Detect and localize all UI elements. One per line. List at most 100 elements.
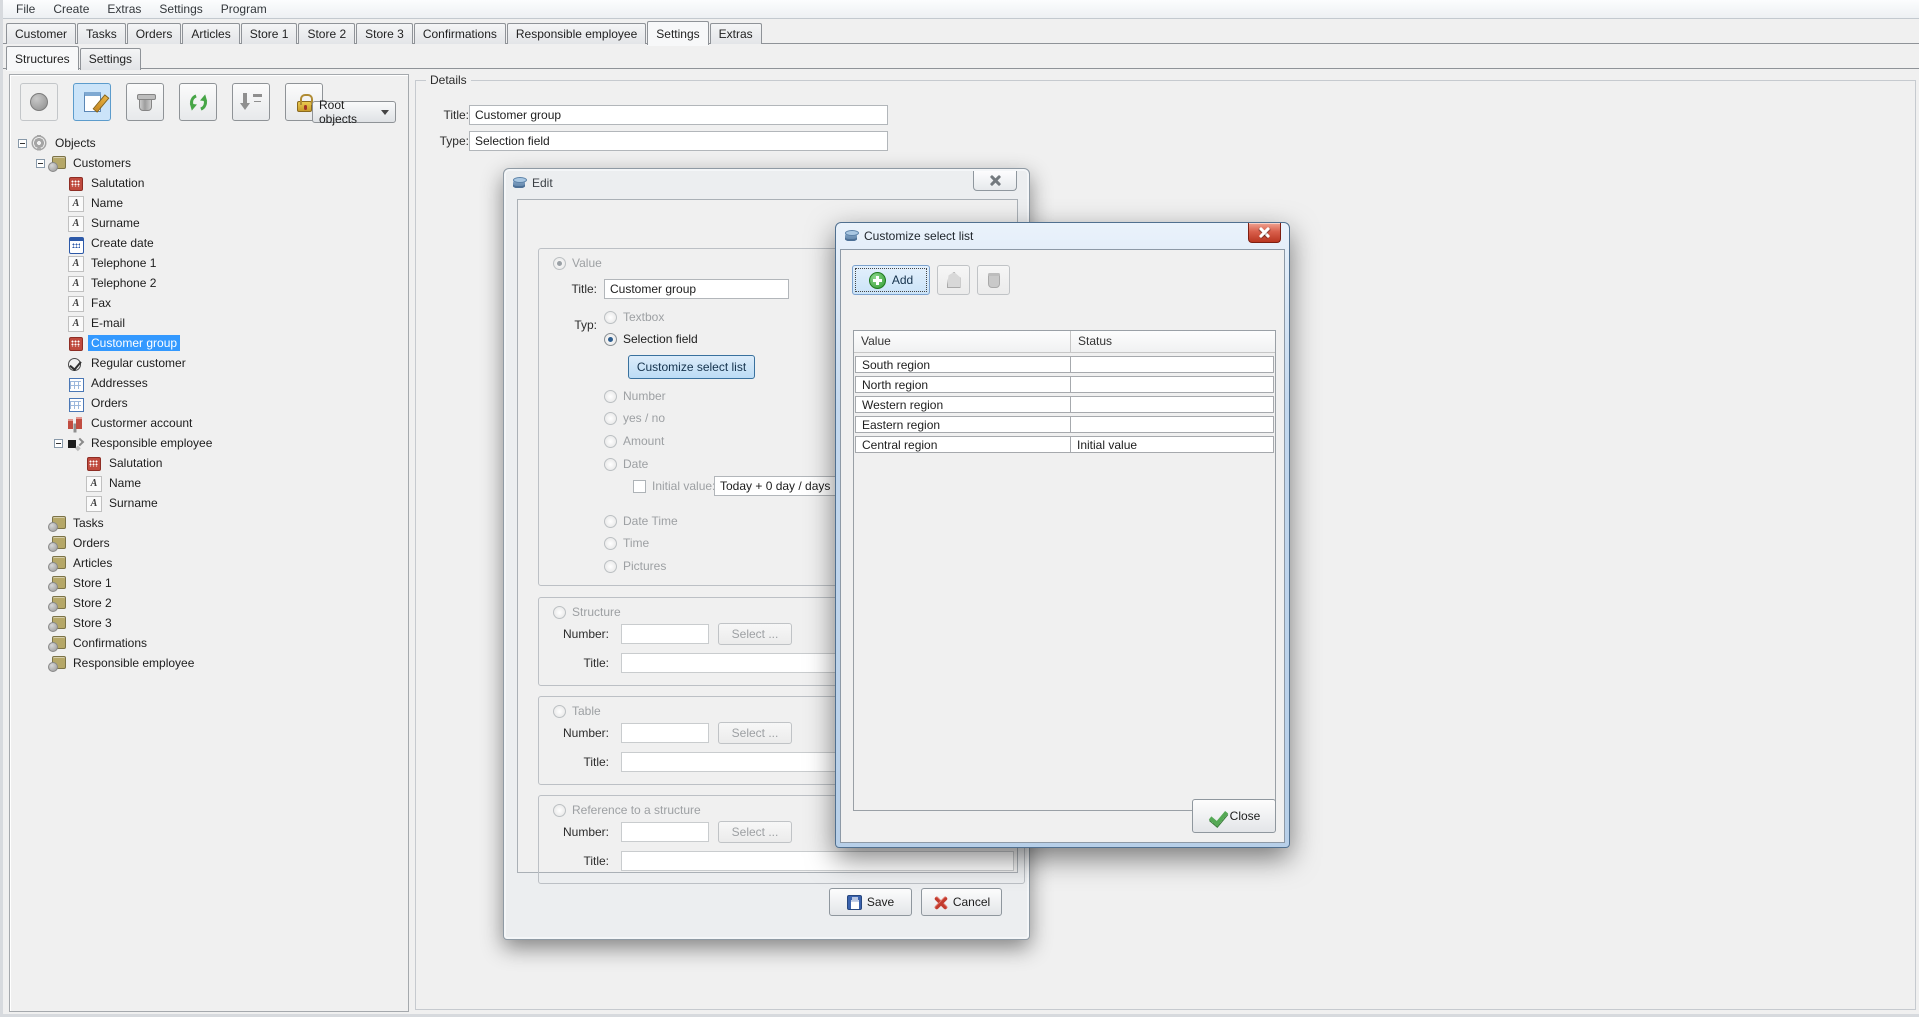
radio-option-date[interactable]: Date: [604, 456, 648, 472]
refresh-button[interactable]: [179, 83, 217, 121]
value-radio-option[interactable]: Value: [553, 255, 602, 271]
section-title-input[interactable]: [621, 851, 1014, 871]
close-window-button[interactable]: [1248, 223, 1281, 243]
section-radio-option[interactable]: Structure: [553, 604, 621, 620]
edit-dialog-title: Edit: [532, 176, 553, 190]
section-radio-option[interactable]: Reference to a structure: [553, 802, 701, 818]
floppy-disk-icon: [847, 895, 862, 910]
details-type-input[interactable]: Selection field: [469, 131, 888, 151]
table-row[interactable]: North region: [855, 376, 1274, 393]
close-button[interactable]: Close: [1192, 799, 1276, 833]
tree-item[interactable]: Surname: [10, 213, 408, 233]
main-tab[interactable]: Tasks: [77, 23, 126, 45]
main-tab[interactable]: Confirmations: [414, 23, 506, 45]
section-select-button[interactable]: Select ...: [718, 722, 792, 744]
root-objects-dropdown[interactable]: Root objects: [312, 101, 396, 123]
trash-icon: [139, 97, 152, 111]
main-tab[interactable]: Responsible employee: [507, 23, 646, 45]
tree-item[interactable]: Store 1: [10, 573, 408, 593]
main-tab[interactable]: Extras: [710, 23, 762, 45]
tree-item[interactable]: Store 2: [10, 593, 408, 613]
tree-item[interactable]: Name: [10, 193, 408, 213]
table-row[interactable]: South region: [855, 356, 1274, 373]
tree-item[interactable]: Create date: [10, 233, 408, 253]
status-cell: [1071, 397, 1273, 412]
section-number-input[interactable]: [621, 624, 709, 644]
radio-option-number[interactable]: Number: [604, 388, 666, 404]
section-radio-option[interactable]: Table: [553, 703, 601, 719]
menu-item[interactable]: Extras: [98, 1, 150, 17]
save-button[interactable]: Save: [829, 888, 912, 916]
section-number-input[interactable]: [621, 723, 709, 743]
tree-item[interactable]: Regular customer: [10, 353, 408, 373]
main-tab[interactable]: Settings: [647, 21, 708, 45]
tree-item[interactable]: E-mail: [10, 313, 408, 333]
radio-option-yes-no[interactable]: yes / no: [604, 410, 665, 426]
tree-item[interactable]: Fax: [10, 293, 408, 313]
expander-icon[interactable]: [36, 159, 45, 168]
tree-item[interactable]: Objects: [10, 133, 408, 153]
table-row[interactable]: Western region: [855, 396, 1274, 413]
tree-item[interactable]: Store 3: [10, 613, 408, 633]
radio-option-time[interactable]: Time: [604, 535, 649, 551]
radio-option-pictures[interactable]: Pictures: [604, 558, 666, 574]
add-button[interactable]: Add: [852, 265, 930, 295]
tree-item[interactable]: Custormer account: [10, 413, 408, 433]
close-button[interactable]: [973, 171, 1017, 191]
details-title-input[interactable]: Customer group: [469, 105, 888, 125]
tree-item[interactable]: Telephone 1: [10, 253, 408, 273]
radio-selected-icon: [553, 257, 566, 270]
radio-label: Number: [623, 389, 666, 403]
main-tab[interactable]: Store 3: [356, 23, 413, 45]
cancel-button[interactable]: Cancel: [921, 888, 1002, 916]
main-tab[interactable]: Store 1: [241, 23, 298, 45]
tree-item[interactable]: Salutation: [10, 173, 408, 193]
tree-item[interactable]: Addresses: [10, 373, 408, 393]
sub-tab[interactable]: Structures: [6, 46, 79, 70]
expander-icon[interactable]: [54, 439, 63, 448]
tree-item[interactable]: Name: [10, 473, 408, 493]
tree-item[interactable]: Confirmations: [10, 633, 408, 653]
edit-title-input[interactable]: Customer group: [604, 279, 789, 299]
main-tab[interactable]: Articles: [182, 23, 239, 45]
radio-option-selection-field[interactable]: Selection field: [604, 331, 698, 347]
radio-option-textbox[interactable]: Textbox: [604, 309, 664, 325]
section-select-button[interactable]: Select ...: [718, 623, 792, 645]
main-tab[interactable]: Customer: [6, 23, 76, 45]
tree-item[interactable]: Customer group: [10, 333, 408, 353]
main-tab[interactable]: Orders: [127, 23, 182, 45]
menu-item[interactable]: Create: [44, 1, 98, 17]
customize-select-list-button[interactable]: Customize select list: [628, 355, 755, 379]
radio-label: Time: [623, 536, 649, 550]
menu-item[interactable]: File: [7, 1, 44, 17]
table-row[interactable]: Eastern region: [855, 416, 1274, 433]
tree-item[interactable]: Customers: [10, 153, 408, 173]
tree-item[interactable]: Tasks: [10, 513, 408, 533]
tree-item[interactable]: Orders: [10, 533, 408, 553]
expander-icon[interactable]: [18, 139, 27, 148]
tree-item[interactable]: Telephone 2: [10, 273, 408, 293]
delete-button[interactable]: [126, 83, 164, 121]
tree-item[interactable]: Articles: [10, 553, 408, 573]
refresh-icon: [187, 91, 210, 114]
section-select-button[interactable]: Select ...: [718, 821, 792, 843]
section-number-input[interactable]: [621, 822, 709, 842]
edit-button[interactable]: [73, 83, 111, 121]
record-button: [20, 83, 58, 121]
tree-node-icon: [85, 456, 101, 471]
radio-option-amount[interactable]: Amount: [604, 433, 664, 449]
main-tab[interactable]: Store 2: [298, 23, 355, 45]
tree-item[interactable]: Salutation: [10, 453, 408, 473]
radio-icon: [553, 606, 566, 619]
tree-item[interactable]: Surname: [10, 493, 408, 513]
radio-option-date-time[interactable]: Date Time: [604, 513, 678, 529]
sub-tab[interactable]: Settings: [80, 48, 141, 70]
menu-item[interactable]: Program: [212, 1, 276, 17]
sort-button[interactable]: [232, 83, 270, 121]
initial-value-checkbox[interactable]: [633, 480, 646, 493]
table-row[interactable]: Central region Initial value: [855, 436, 1274, 453]
tree-item[interactable]: Orders: [10, 393, 408, 413]
menu-item[interactable]: Settings: [150, 1, 211, 17]
tree-item[interactable]: Responsible employee: [10, 653, 408, 673]
tree-item[interactable]: Responsible employee: [10, 433, 408, 453]
